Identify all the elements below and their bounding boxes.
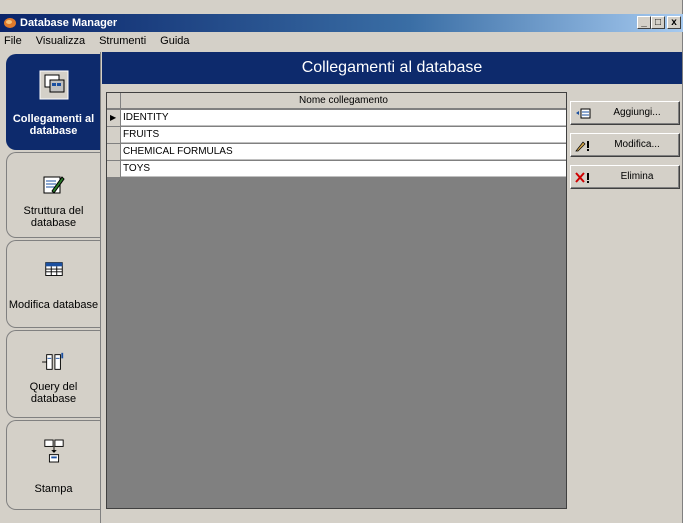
nav-label-modifica: Modifica database: [8, 299, 99, 311]
table-row[interactable]: CHEMICAL FORMULAS: [107, 144, 566, 160]
row-selector[interactable]: [107, 161, 121, 177]
nav-label-stampa: Stampa: [34, 483, 73, 495]
database-structure-icon: [43, 176, 65, 194]
table-row[interactable]: FRUITS: [107, 127, 566, 143]
row-selector[interactable]: [107, 144, 121, 160]
row-selector[interactable]: ▶: [107, 110, 121, 126]
edit-icon: [575, 141, 589, 152]
delete-button[interactable]: Elimina: [570, 165, 680, 189]
menu-strumenti[interactable]: Strumenti: [92, 33, 153, 50]
nav-tab-struttura[interactable]: Struttura del database: [6, 152, 100, 238]
menu-visualizza[interactable]: Visualizza: [29, 33, 92, 50]
grid-header: Nome collegamento: [107, 93, 566, 109]
table-cell[interactable]: CHEMICAL FORMULAS: [123, 144, 233, 159]
grid-corner[interactable]: [107, 93, 121, 109]
add-button[interactable]: Aggiungi...: [570, 101, 680, 125]
delete-icon: [575, 172, 589, 183]
row-selector[interactable]: [107, 127, 121, 143]
nav-label-collegamenti: Collegamenti al database: [12, 113, 95, 137]
delete-button-label: Elimina: [620, 171, 654, 182]
nav-tab-stampa[interactable]: Stampa: [6, 420, 100, 510]
window-controls: _ □ x: [637, 16, 681, 30]
add-icon: [576, 108, 591, 119]
nav-tab-modifica[interactable]: Modifica database: [6, 240, 100, 328]
app-window: Database Manager _ □ x File Visualizza S…: [0, 0, 683, 523]
add-button-label: Aggiungi...: [613, 107, 661, 118]
edit-button-label: Modifica...: [614, 139, 660, 150]
nav-tab-collegamenti[interactable]: Collegamenti al database: [6, 54, 100, 150]
menu-guida[interactable]: Guida: [153, 33, 196, 50]
print-icon: [43, 439, 64, 463]
query-icon: [41, 352, 63, 370]
table-cell[interactable]: TOYS: [123, 161, 150, 176]
close-button[interactable]: x: [667, 16, 681, 29]
maximize-button[interactable]: □: [651, 16, 665, 29]
nav-tab-query[interactable]: Query del database: [6, 330, 100, 418]
edit-button[interactable]: Modifica...: [570, 133, 680, 157]
table-row[interactable]: ▶ IDENTITY: [107, 110, 566, 126]
table-row[interactable]: TOYS: [107, 161, 566, 177]
database-link-icon: [39, 70, 68, 100]
menu-bar: File Visualizza Strumenti Guida: [0, 33, 683, 50]
table-cell[interactable]: IDENTITY: [123, 110, 169, 125]
nav-panel: Collegamenti al database Struttura del d…: [0, 52, 101, 523]
connections-grid[interactable]: Nome collegamento ▶ IDENTITY FRUITS CHEM…: [106, 92, 567, 509]
window-title: Database Manager: [20, 17, 118, 29]
table-edit-icon: [44, 262, 63, 276]
nav-label-query: Query del database: [29, 381, 78, 405]
title-bar[interactable]: Database Manager _ □ x: [0, 14, 683, 32]
current-row-indicator-icon: ▶: [110, 113, 117, 122]
page-title: Collegamenti al database: [102, 52, 682, 84]
table-cell[interactable]: FRUITS: [123, 127, 159, 142]
app-logo-icon: [4, 18, 16, 28]
column-header-nome-collegamento[interactable]: Nome collegamento: [121, 93, 566, 109]
menu-file[interactable]: File: [0, 33, 29, 50]
minimize-button[interactable]: _: [637, 16, 651, 29]
nav-label-struttura: Struttura del database: [23, 205, 84, 229]
